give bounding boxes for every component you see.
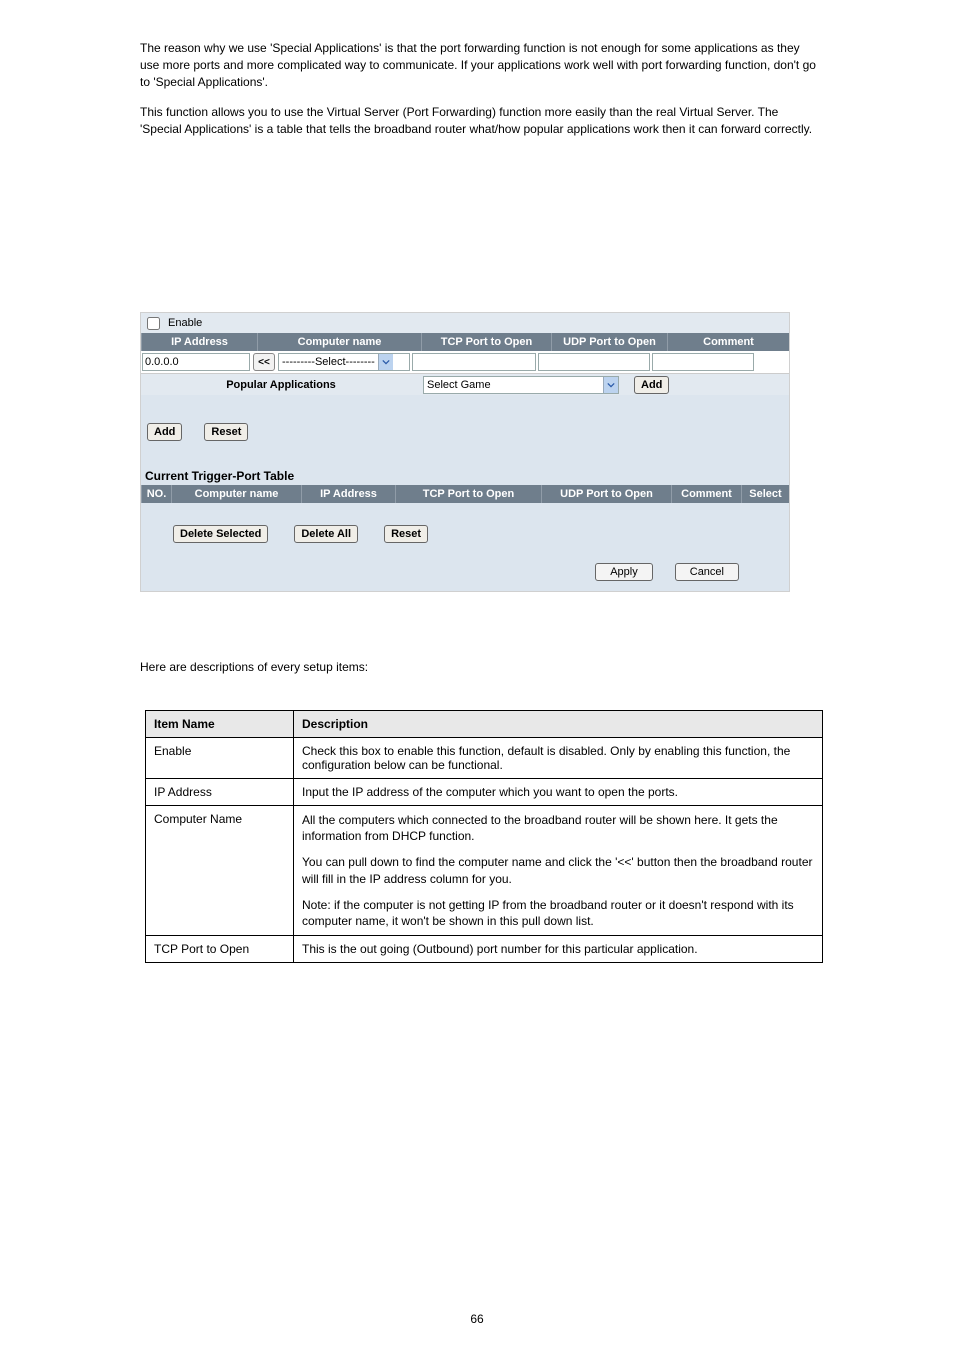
table-row: TCP Port to Open This is the out going (… xyxy=(146,936,823,963)
chevron-down-icon xyxy=(378,354,393,370)
ip-address-input[interactable] xyxy=(142,353,250,371)
ctt-header-no: NO. xyxy=(141,485,171,503)
ctt-header-select: Select xyxy=(741,485,789,503)
select-game-value: Select Game xyxy=(424,379,603,391)
header-comment: Comment xyxy=(667,333,789,351)
computer-name-selected: ---------Select-------- xyxy=(279,356,378,368)
item-desc: Input the IP address of the computer whi… xyxy=(294,779,823,806)
add-reset-row: Add Reset xyxy=(141,395,789,447)
enable-checkbox[interactable] xyxy=(147,317,160,330)
header-tcp: TCP Port to Open xyxy=(421,333,551,351)
header-computer-name: Computer name xyxy=(257,333,421,351)
chevron-down-icon xyxy=(603,377,618,393)
tcp-port-input[interactable] xyxy=(412,353,536,371)
apply-row: Apply Cancel xyxy=(141,549,789,591)
apply-button[interactable]: Apply xyxy=(595,563,653,581)
desc-header-desc: Description xyxy=(294,711,823,738)
computer-name-select[interactable]: ---------Select-------- xyxy=(278,353,410,371)
enable-label: Enable xyxy=(168,317,202,329)
ctt-header-cname: Computer name xyxy=(171,485,301,503)
ctt-header-udp: UDP Port to Open xyxy=(541,485,671,503)
select-game-dropdown[interactable]: Select Game xyxy=(423,376,619,394)
reset-table-button[interactable]: Reset xyxy=(384,525,428,543)
item-desc: All the computers which connected to the… xyxy=(294,806,823,936)
page-number: 66 xyxy=(0,1312,954,1326)
header-udp: UDP Port to Open xyxy=(551,333,667,351)
ctt-header-tcp: TCP Port to Open xyxy=(395,485,541,503)
enable-row: Enable xyxy=(141,313,789,333)
intro-text: The reason why we use 'Special Applicati… xyxy=(140,40,820,152)
item-name: IP Address xyxy=(146,779,294,806)
comment-input[interactable] xyxy=(652,353,754,371)
add-button[interactable]: Add xyxy=(147,423,182,441)
item-desc: This is the out going (Outbound) port nu… xyxy=(294,936,823,963)
item-name: Enable xyxy=(146,738,294,779)
table-row: IP Address Input the IP address of the c… xyxy=(146,779,823,806)
intro-p2: This function allows you to use the Virt… xyxy=(140,104,820,138)
cancel-button[interactable]: Cancel xyxy=(675,563,739,581)
intro-p1: The reason why we use 'Special Applicati… xyxy=(140,40,820,90)
copy-ip-button[interactable]: << xyxy=(253,353,275,371)
popular-add-button[interactable]: Add xyxy=(634,376,669,394)
item-name: Computer Name xyxy=(146,806,294,936)
config-header-row: IP Address Computer name TCP Port to Ope… xyxy=(141,333,789,351)
ctt-header-comment: Comment xyxy=(671,485,741,503)
delete-selected-button[interactable]: Delete Selected xyxy=(173,525,268,543)
desc-header-item: Item Name xyxy=(146,711,294,738)
udp-port-input[interactable] xyxy=(538,353,650,371)
trigger-port-title: Current Trigger-Port Table xyxy=(141,447,789,485)
config-inputs-row: << ---------Select-------- xyxy=(141,351,789,373)
delete-all-button[interactable]: Delete All xyxy=(294,525,358,543)
desc-intro: Here are descriptions of every setup ite… xyxy=(140,660,820,674)
description-table: Item Name Description Enable Check this … xyxy=(145,710,823,963)
trigger-port-header: NO. Computer name IP Address TCP Port to… xyxy=(141,485,789,503)
table-row: Enable Check this box to enable this fun… xyxy=(146,738,823,779)
ctt-header-ip: IP Address xyxy=(301,485,395,503)
item-desc: Check this box to enable this function, … xyxy=(294,738,823,779)
item-name: TCP Port to Open xyxy=(146,936,294,963)
popular-apps-row: Popular Applications Select Game Add xyxy=(141,373,789,395)
table-row: Computer Name All the computers which co… xyxy=(146,806,823,936)
special-applications-panel: Enable IP Address Computer name TCP Port… xyxy=(140,312,790,592)
popular-apps-label: Popular Applications xyxy=(141,379,421,391)
header-ip: IP Address xyxy=(141,333,257,351)
reset-button[interactable]: Reset xyxy=(204,423,248,441)
delete-row: Delete Selected Delete All Reset xyxy=(141,503,789,549)
